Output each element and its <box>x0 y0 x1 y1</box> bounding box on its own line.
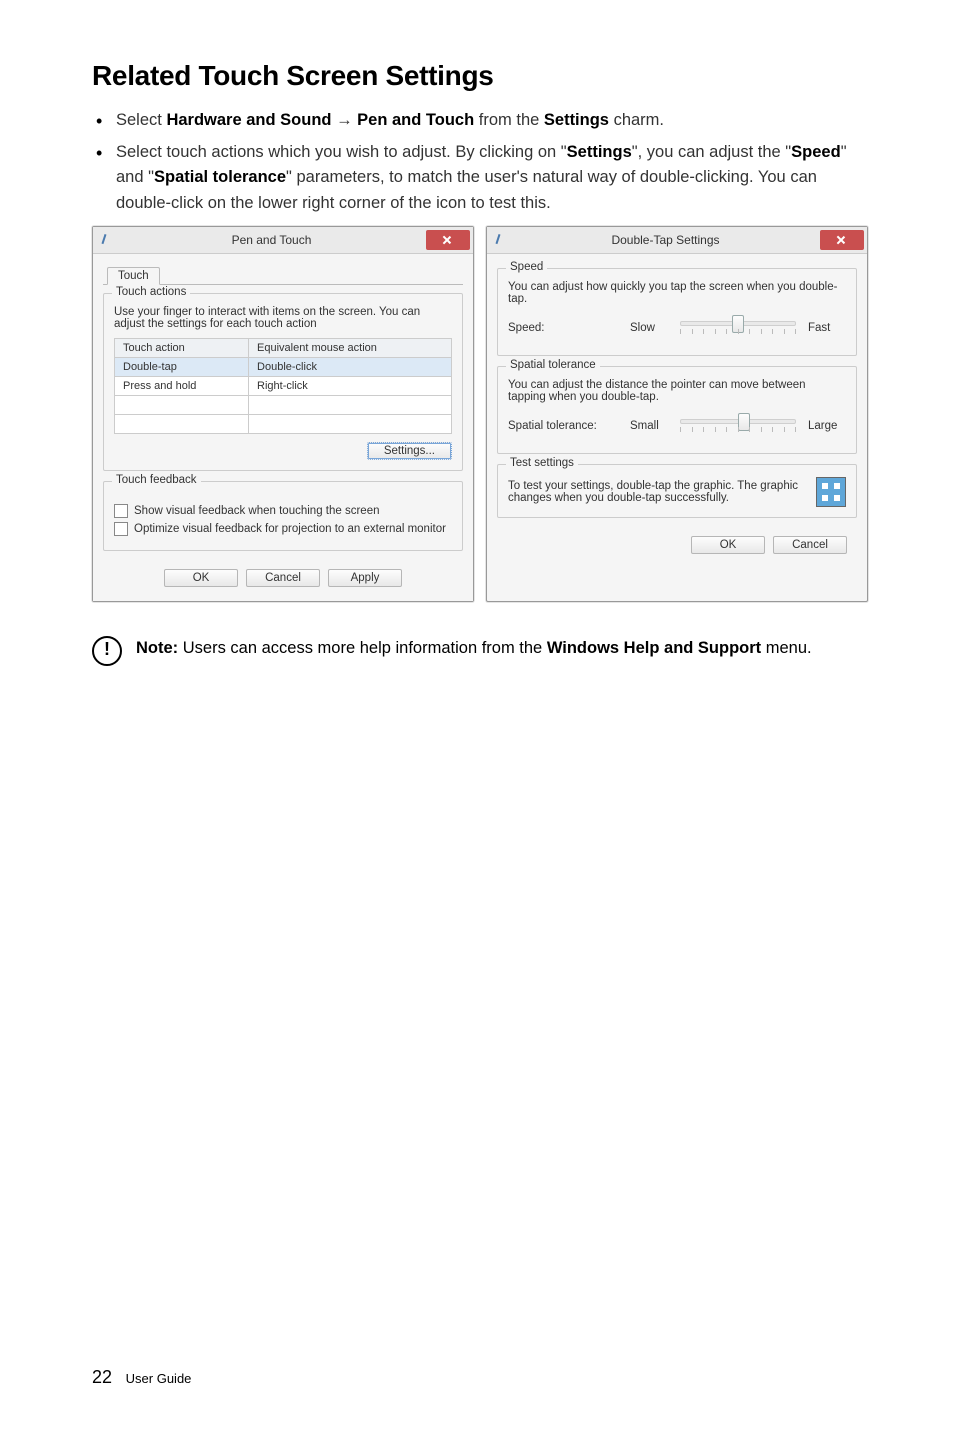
text: Select touch actions which you wish to a… <box>116 143 567 161</box>
table-header: Touch action <box>115 339 249 358</box>
bullet-item: Select touch actions which you wish to a… <box>92 140 874 217</box>
table-cell-empty <box>115 396 249 415</box>
slider-max-label: Large <box>808 420 846 432</box>
pen-and-touch-dialog: Pen and Touch Touch Touch actions Use yo… <box>92 226 474 602</box>
text: ", you can adjust the " <box>632 143 791 161</box>
double-tap-settings-dialog: Double-Tap Settings Speed You can adjust… <box>486 226 868 602</box>
table-header: Equivalent mouse action <box>249 339 452 358</box>
group-description: You can adjust the distance the pointer … <box>508 379 846 403</box>
ok-button[interactable]: OK <box>691 536 765 554</box>
apply-button[interactable]: Apply <box>328 569 402 587</box>
page-heading: Related Touch Screen Settings <box>92 60 874 92</box>
page-footer: 22 User Guide <box>92 1367 191 1388</box>
note-text: Note: Users can access more help informa… <box>136 636 812 666</box>
touch-feedback-group: Touch feedback Show visual feedback when… <box>103 481 463 551</box>
text: menu. <box>761 639 811 657</box>
touch-actions-group: Touch actions Use your finger to interac… <box>103 293 463 471</box>
tab-touch[interactable]: Touch <box>107 267 160 285</box>
table-cell-empty <box>249 415 452 434</box>
close-icon[interactable] <box>820 230 864 250</box>
checkbox-label: Optimize visual feedback for projection … <box>134 523 446 535</box>
speed-group: Speed You can adjust how quickly you tap… <box>497 268 857 356</box>
checkbox-show-feedback[interactable]: Show visual feedback when touching the s… <box>114 504 452 518</box>
touch-actions-table: Touch action Equivalent mouse action Dou… <box>114 338 452 434</box>
checkbox-icon <box>114 504 128 518</box>
ok-button[interactable]: OK <box>164 569 238 587</box>
text-bold: Settings <box>567 143 632 161</box>
spatial-slider[interactable] <box>680 413 796 439</box>
titlebar: Pen and Touch <box>93 227 473 254</box>
attention-icon: ! <box>92 636 122 666</box>
text-bold: Speed <box>791 143 841 161</box>
page-number: 22 <box>92 1367 112 1387</box>
group-description: Use your finger to interact with items o… <box>114 306 452 330</box>
footer-label: User Guide <box>126 1371 192 1386</box>
group-description: You can adjust how quickly you tap the s… <box>508 281 846 305</box>
dialog-title: Pen and Touch <box>117 233 426 247</box>
cancel-button[interactable]: Cancel <box>773 536 847 554</box>
test-settings-group: Test settings To test your settings, dou… <box>497 464 857 518</box>
text-bold: Windows Help and Support <box>547 639 761 657</box>
group-title: Touch feedback <box>112 474 201 486</box>
group-description: To test your settings, double-tap the gr… <box>508 480 806 504</box>
checkbox-label: Show visual feedback when touching the s… <box>134 505 380 517</box>
text-bold: Hardware and Sound <box>166 111 331 129</box>
tab-strip: Touch <box>103 262 463 285</box>
dialog-button-row: OK Cancel Apply <box>103 561 463 591</box>
text-bold: Pen and Touch <box>357 111 474 129</box>
group-title: Speed <box>506 261 547 273</box>
text: Select <box>116 111 166 129</box>
pen-icon <box>99 233 111 247</box>
text: → <box>331 111 357 129</box>
titlebar: Double-Tap Settings <box>487 227 867 254</box>
table-cell[interactable]: Double-tap <box>115 358 249 377</box>
table-cell[interactable]: Press and hold <box>115 377 249 396</box>
settings-button[interactable]: Settings... <box>367 442 452 460</box>
test-graphic[interactable] <box>816 477 846 507</box>
slider-min-label: Slow <box>630 322 668 334</box>
slider-max-label: Fast <box>808 322 846 334</box>
text-bold: Settings <box>544 111 609 129</box>
bullet-list: Select Hardware and Sound → Pen and Touc… <box>92 108 874 216</box>
checkbox-icon <box>114 522 128 536</box>
group-title: Test settings <box>506 457 578 469</box>
close-icon[interactable] <box>426 230 470 250</box>
text: from the <box>474 111 544 129</box>
pen-icon <box>493 233 505 247</box>
bullet-item: Select Hardware and Sound → Pen and Touc… <box>92 108 874 134</box>
dialog-title: Double-Tap Settings <box>511 233 820 247</box>
text: Users can access more help information f… <box>178 639 547 657</box>
text: charm. <box>609 111 664 129</box>
slider-min-label: Small <box>630 420 668 432</box>
cancel-button[interactable]: Cancel <box>246 569 320 587</box>
group-title: Touch actions <box>112 286 190 298</box>
table-cell-empty <box>249 396 452 415</box>
group-title: Spatial tolerance <box>506 359 600 371</box>
table-cell[interactable]: Right-click <box>249 377 452 396</box>
spatial-tolerance-group: Spatial tolerance You can adjust the dis… <box>497 366 857 454</box>
table-cell[interactable]: Double-click <box>249 358 452 377</box>
speed-slider[interactable] <box>680 315 796 341</box>
text-bold: Note: <box>136 639 178 657</box>
table-cell-empty <box>115 415 249 434</box>
note: ! Note: Users can access more help infor… <box>92 626 874 666</box>
checkbox-optimize-feedback[interactable]: Optimize visual feedback for projection … <box>114 522 452 536</box>
slider-label: Spatial tolerance: <box>508 420 618 432</box>
text-bold: Spatial tolerance <box>154 168 286 186</box>
dialog-button-row: OK Cancel <box>497 528 857 558</box>
slider-label: Speed: <box>508 322 618 334</box>
